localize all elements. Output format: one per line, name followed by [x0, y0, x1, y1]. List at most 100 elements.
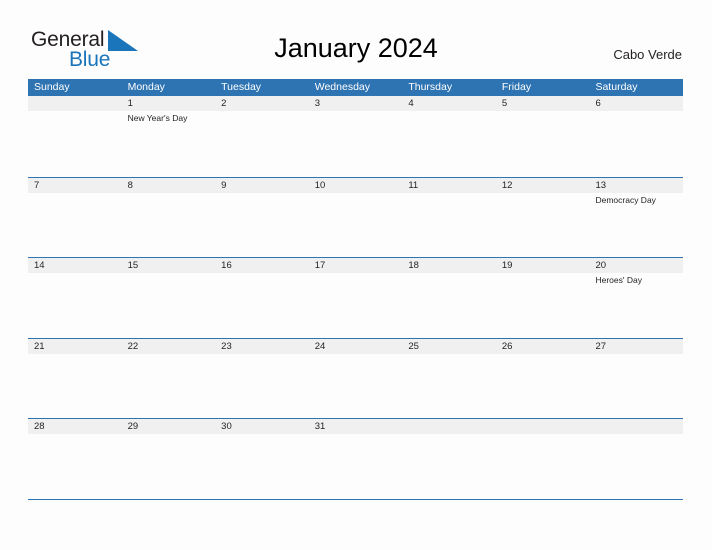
day-events-cell — [496, 434, 590, 498]
day-events-cell — [28, 273, 122, 337]
day-events-cell — [215, 193, 309, 257]
day-events-cell — [496, 193, 590, 257]
region-label: Cabo Verde — [613, 47, 682, 62]
date-number-cell[interactable]: 18 — [402, 258, 496, 273]
date-number-cell[interactable]: 30 — [215, 419, 309, 434]
date-number-cell[interactable]: 6 — [589, 96, 683, 111]
date-number-cell[interactable]: 19 — [496, 258, 590, 273]
page-title: January 2024 — [274, 33, 438, 63]
calendar-week-row: 14 15 16 17 18 19 20 Heroes' Day — [28, 257, 683, 338]
weekday-header-monday: Monday — [127, 81, 165, 93]
day-events-cell — [496, 354, 590, 418]
day-events-cell — [215, 354, 309, 418]
weekday-header-row: Sunday Monday Tuesday Wednesday Thursday… — [28, 79, 683, 96]
calendar-week-row: 7 8 9 10 11 12 13 Democracy Day — [28, 176, 683, 258]
calendar-grid: Sunday Monday Tuesday Wednesday Thursday… — [28, 79, 683, 500]
day-events-cell — [402, 434, 496, 498]
date-number-cell[interactable]: 4 — [402, 96, 496, 111]
weekday-header-sunday: Sunday — [34, 81, 70, 93]
date-number-cell[interactable]: 2 — [215, 96, 309, 111]
day-events-cell — [28, 111, 122, 175]
date-number-cell — [402, 419, 496, 434]
day-events-cell — [215, 273, 309, 337]
date-number-cell[interactable]: 20 — [589, 258, 683, 273]
day-events-cell — [28, 354, 122, 418]
date-number-cell[interactable]: 11 — [402, 178, 496, 193]
page-header: General Blue January 2024 Cabo Verde — [0, 0, 712, 78]
date-number-cell[interactable]: 8 — [122, 178, 216, 193]
day-events-cell — [309, 273, 403, 337]
date-number-cell[interactable]: 13 — [589, 178, 683, 193]
day-events-cell — [122, 273, 216, 337]
day-events-cell — [122, 354, 216, 418]
date-number-cell[interactable]: 26 — [496, 339, 590, 354]
date-number-cell[interactable]: 5 — [496, 96, 590, 111]
day-events-cell — [215, 111, 309, 175]
holiday-event-label: New Year's Day — [127, 113, 188, 123]
day-events-cell — [496, 273, 590, 337]
date-number-cell[interactable]: 16 — [215, 258, 309, 273]
weekday-header-friday: Friday — [501, 81, 532, 93]
date-number-cell[interactable]: 10 — [309, 178, 403, 193]
date-number-cell[interactable]: 29 — [122, 419, 216, 434]
day-events-cell — [402, 273, 496, 337]
holiday-event-label: Democracy Day — [595, 194, 656, 205]
day-events-cell[interactable]: Heroes' Day — [589, 273, 683, 337]
week-events-band: Democracy Day — [28, 193, 683, 257]
date-number-cell[interactable]: 24 — [309, 339, 403, 354]
day-events-cell[interactable]: New Year's Day — [122, 111, 216, 175]
date-number-cell — [496, 419, 590, 434]
day-events-cell — [28, 434, 122, 498]
date-number-cell[interactable]: 12 — [496, 178, 590, 193]
date-number-cell — [28, 96, 122, 111]
weekday-header-wednesday: Wednesday — [314, 81, 370, 93]
weekday-header-tuesday: Tuesday — [221, 81, 262, 93]
date-number-cell[interactable]: 22 — [122, 339, 216, 354]
week-events-band — [28, 354, 683, 418]
week-events-band: Heroes' Day — [28, 273, 683, 337]
week-date-band: 21 22 23 24 25 26 27 — [28, 338, 683, 354]
day-events-cell — [589, 434, 683, 498]
date-number-cell[interactable]: 17 — [309, 258, 403, 273]
date-number-cell[interactable]: 28 — [28, 419, 122, 434]
day-events-cell — [496, 111, 590, 175]
date-number-cell[interactable]: 1 — [122, 96, 216, 111]
date-number-cell[interactable]: 15 — [122, 258, 216, 273]
date-number-cell[interactable]: 3 — [309, 96, 403, 111]
calendar-week-row: 1 2 3 4 5 6 New Year's Day — [28, 96, 683, 177]
day-events-cell — [122, 193, 216, 257]
day-events-cell — [589, 111, 683, 175]
day-events-cell — [215, 434, 309, 498]
day-events-cell — [589, 354, 683, 418]
date-number-cell[interactable]: 9 — [215, 178, 309, 193]
holiday-event-label: Heroes' Day — [595, 275, 642, 285]
calendar-page: General Blue January 2024 Cabo Verde Sun… — [0, 0, 712, 550]
day-events-cell — [309, 354, 403, 418]
weekday-header-thursday: Thursday — [408, 81, 453, 93]
day-events-cell — [28, 193, 122, 257]
weekday-header-saturday: Saturday — [595, 81, 638, 93]
week-date-band: 7 8 9 10 11 12 13 — [28, 177, 683, 193]
date-number-cell[interactable]: 25 — [402, 339, 496, 354]
day-events-cell — [122, 434, 216, 498]
day-events-cell — [402, 354, 496, 418]
day-events-cell — [309, 434, 403, 498]
date-number-cell[interactable]: 31 — [309, 419, 403, 434]
week-events-band: New Year's Day — [28, 111, 683, 175]
day-events-cell — [309, 193, 403, 257]
date-number-cell[interactable]: 21 — [28, 339, 122, 354]
calendar-week-row: 28 29 30 31 — [28, 418, 683, 499]
calendar-week-row: 21 22 23 24 25 26 27 — [28, 337, 683, 419]
date-number-cell — [589, 419, 683, 434]
week-date-band: 28 29 30 31 — [28, 419, 683, 434]
week-date-band: 14 15 16 17 18 19 20 — [28, 258, 683, 273]
day-events-cell[interactable]: Democracy Day — [589, 193, 683, 257]
date-number-cell[interactable]: 23 — [215, 339, 309, 354]
day-events-cell — [309, 111, 403, 175]
date-number-cell[interactable]: 14 — [28, 258, 122, 273]
calendar-bottom-border — [28, 498, 683, 500]
week-date-band: 123456 — [28, 96, 683, 111]
date-number-cell[interactable]: 27 — [589, 339, 683, 354]
week-events-band — [28, 434, 683, 498]
date-number-cell[interactable]: 7 — [28, 178, 122, 193]
